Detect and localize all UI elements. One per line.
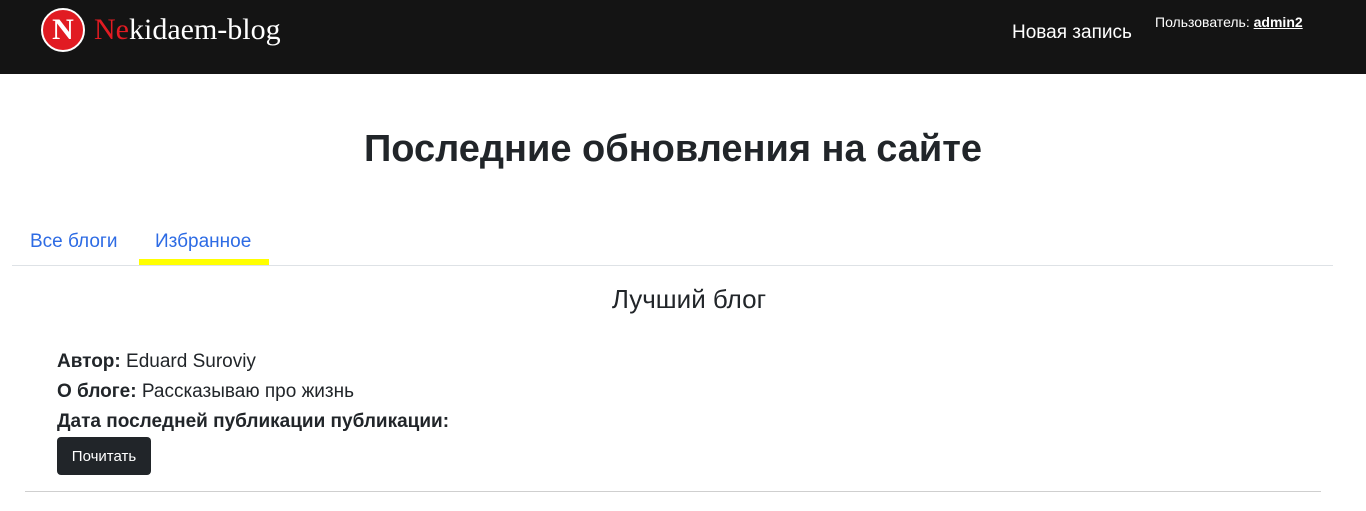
- tab-all-blogs[interactable]: Все блоги: [30, 222, 117, 264]
- user-prefix: Пользователь:: [1155, 14, 1250, 30]
- date-line: Дата последней публикации публикации:: [57, 409, 449, 435]
- author-value: Eduard Suroviy: [126, 351, 256, 372]
- user-info: Пользователь: admin2: [1155, 13, 1303, 31]
- navbar: N Nekidaem-blog Новая запись Пользовател…: [0, 0, 1366, 74]
- page-title: Последние обновления на сайте: [363, 128, 983, 170]
- tab-favorites-label: Избранное: [155, 231, 252, 252]
- username-link[interactable]: admin2: [1254, 14, 1303, 30]
- brand-name-rest: kidaem-blog: [128, 13, 281, 46]
- new-post-link[interactable]: Новая запись: [1012, 20, 1132, 46]
- tab-favorites[interactable]: Избранное: [139, 222, 269, 265]
- blog-tabs: Все блоги Избранное: [12, 222, 1333, 266]
- author-line: Автор: Eduard Suroviy: [57, 349, 256, 375]
- tab-highlight-marker: [139, 259, 269, 265]
- logo-icon: N: [41, 8, 85, 52]
- about-value: Рассказываю про жизнь: [141, 381, 355, 402]
- blog-title: Лучший блог: [611, 284, 767, 314]
- card-divider: [25, 491, 1321, 492]
- brand-name-accent: Ne: [94, 13, 129, 46]
- date-label: Дата последней публикации публикации:: [57, 411, 450, 432]
- brand-link[interactable]: N Nekidaem-blog: [41, 8, 281, 52]
- about-line: О блоге: Рассказываю про жизнь: [57, 379, 354, 405]
- read-button[interactable]: Почитать: [57, 437, 151, 475]
- author-label: Автор:: [57, 351, 121, 372]
- about-label: О блоге:: [57, 381, 137, 402]
- brand-name: Nekidaem-blog: [94, 8, 281, 52]
